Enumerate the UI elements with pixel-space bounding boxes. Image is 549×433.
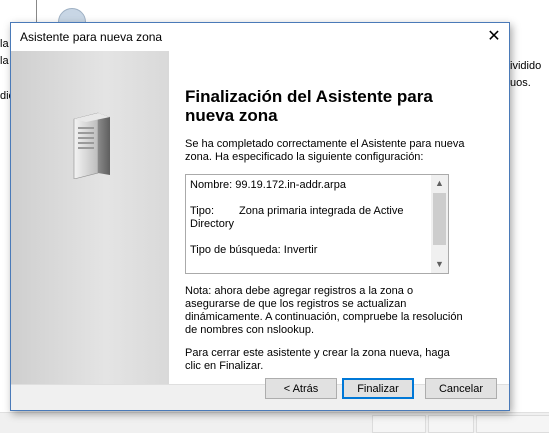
wizard-content: Finalización del Asistente para nueva zo… — [169, 51, 509, 384]
server-icon — [73, 112, 110, 179]
closing-text: Para cerrar este asistente y crear la zo… — [185, 347, 450, 372]
summary-scrollbar[interactable]: ▲ ▼ — [431, 175, 448, 273]
summary-row-name: Nombre: 99.19.172.in-addr.arpa — [190, 179, 426, 192]
page-heading: Finalización del Asistente para nueva zo… — [185, 87, 433, 125]
scroll-down-icon[interactable]: ▼ — [431, 256, 448, 273]
dialog-title: Asistente para nueva zona — [20, 30, 163, 44]
close-icon[interactable]: ✕ — [479, 23, 509, 51]
lookup-value: Invertir — [283, 244, 318, 256]
wizard-side-panel — [11, 51, 169, 384]
type-label: Tipo: — [190, 205, 215, 217]
title-bar[interactable]: Asistente para nueva zona ✕ — [11, 23, 509, 51]
back-button[interactable]: < Atrás — [265, 378, 337, 399]
new-zone-wizard-dialog: Asistente para nueva zona ✕ Finalización… — [10, 22, 510, 411]
scroll-thumb[interactable] — [433, 193, 446, 245]
background-text-left: la — [0, 55, 9, 67]
finish-button[interactable]: Finalizar — [342, 378, 414, 399]
background-text-right: ividido — [510, 60, 542, 72]
intro-text: Se ha completado correctamente el Asiste… — [185, 138, 465, 163]
configuration-summary-box[interactable]: Nombre: 99.19.172.in-addr.arpa Tipo: Zona… — [185, 174, 449, 274]
scroll-up-icon[interactable]: ▲ — [431, 175, 448, 192]
background-text-right: uos. — [510, 77, 531, 89]
name-value: 99.19.172.in-addr.arpa — [235, 179, 346, 191]
lookup-label: Tipo de búsqueda: — [190, 244, 281, 256]
status-cell — [428, 415, 474, 433]
status-cell — [372, 415, 426, 433]
background-divider — [36, 0, 37, 22]
background-status-bar — [0, 412, 549, 433]
cancel-button[interactable]: Cancelar — [425, 378, 497, 399]
note-text: Nota: ahora debe agregar registros a la … — [185, 285, 463, 336]
name-label: Nombre: — [190, 179, 233, 191]
summary-text: Nombre: 99.19.172.in-addr.arpa Tipo: Zona… — [190, 179, 426, 270]
background-text-left: la — [0, 38, 9, 50]
summary-row-lookup: Tipo de búsqueda: Invertir — [190, 244, 426, 257]
summary-row-type: Tipo: Zona primaria integrada de Active D… — [190, 205, 426, 231]
status-cell — [476, 415, 549, 433]
